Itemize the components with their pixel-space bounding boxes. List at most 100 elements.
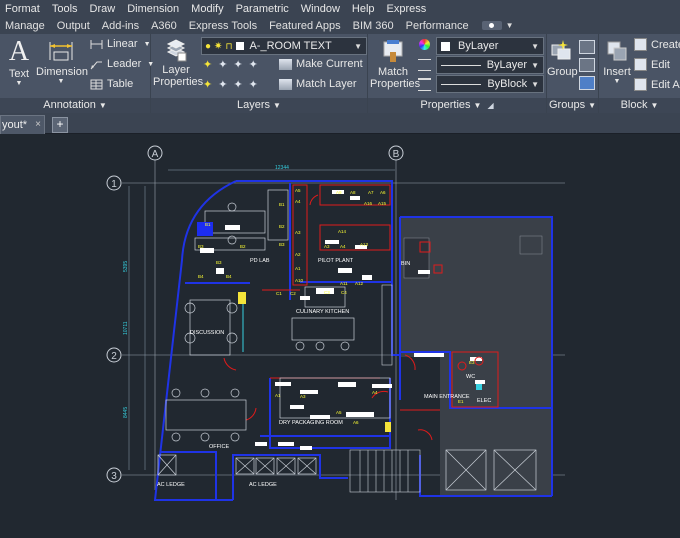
layer-on-icon[interactable]: ✦ <box>233 78 242 91</box>
svg-text:A5: A5 <box>295 188 301 193</box>
color-dropdown[interactable]: ByLayer ▼ <box>436 37 544 55</box>
svg-text:B1: B1 <box>205 222 211 227</box>
svg-text:2: 2 <box>111 351 117 362</box>
svg-text:A3: A3 <box>295 230 301 235</box>
linetype-value: ByLayer <box>486 59 528 71</box>
tab-featured-apps[interactable]: Featured Apps <box>264 20 348 32</box>
menu-express[interactable]: Express <box>382 3 434 15</box>
edit-block-button[interactable]: Edit <box>634 58 670 71</box>
document-tab[interactable]: yout* × <box>0 115 45 134</box>
layer-unlock-icon[interactable]: ✦ <box>249 78 258 91</box>
dimension-label: Dimension <box>36 66 88 78</box>
svg-text:A4: A4 <box>340 244 346 249</box>
menu-format[interactable]: Format <box>0 3 47 15</box>
menu-dimension[interactable]: Dimension <box>122 3 186 15</box>
layer-properties-label-2: Properties <box>153 76 204 88</box>
sun-icon: ✷ <box>214 40 223 52</box>
group-select-icon[interactable] <box>579 76 595 90</box>
leader-button[interactable]: Leader ▼ <box>90 58 154 70</box>
tab-manage[interactable]: Manage <box>0 20 52 32</box>
tab-add-ins[interactable]: Add-ins <box>97 20 146 32</box>
dimension-button[interactable]: Dimension ▼ <box>36 36 88 86</box>
layer-properties-button[interactable]: Layer Properties <box>153 38 204 88</box>
tab-express-tools[interactable]: Express Tools <box>184 20 264 32</box>
table-button[interactable]: Table <box>90 78 133 90</box>
svg-text:A14: A14 <box>338 229 347 234</box>
svg-text:A10: A10 <box>295 278 304 283</box>
menu-parametric[interactable]: Parametric <box>231 3 296 15</box>
match-layer-button[interactable]: Match Layer <box>279 78 357 90</box>
ungroup-icon[interactable] <box>579 40 595 54</box>
lineweight-dropdown[interactable]: ByBlock ▼ <box>436 75 544 93</box>
lock-icon: ⊓ <box>225 40 233 51</box>
layer-tool-icons-row-1: ✦ ✦ ✦ ✦ <box>203 58 264 71</box>
color-wheel-icon <box>419 39 430 50</box>
svg-text:A3: A3 <box>300 394 306 399</box>
close-tab-icon[interactable]: × <box>35 116 41 134</box>
svg-text:B: B <box>393 149 400 160</box>
layer-isolate-icon[interactable]: ✦ <box>203 58 212 71</box>
room-label-ac-ledge-2: AC LEDGE <box>249 482 277 488</box>
block-panel: Insert ▼ Create Edit Edit At Block▼ <box>599 34 680 113</box>
layer-thaw-icon[interactable]: ✦ <box>218 78 227 91</box>
ribbon-dropdown-icon[interactable]: ▼ <box>506 21 514 30</box>
svg-text:B4: B4 <box>226 274 232 279</box>
edit-attributes-button[interactable]: Edit At <box>634 78 680 91</box>
layer-off-icon[interactable]: ✦ <box>233 58 242 71</box>
room-label-culinary-kitchen: CULINARY KITCHEN <box>296 309 349 315</box>
tab-performance[interactable]: Performance <box>401 20 476 32</box>
svg-text:E3: E3 <box>469 360 475 365</box>
dimension-icon <box>49 42 73 61</box>
group-button[interactable]: Group <box>547 38 578 78</box>
text-button[interactable]: A Text ▼ <box>6 36 32 88</box>
svg-text:A8: A8 <box>350 190 356 195</box>
lineweight-value: ByBlock <box>487 78 528 90</box>
properties-panel-title[interactable]: Properties ▼ ◢ <box>368 98 546 113</box>
room-label-bin: BIN <box>401 261 410 267</box>
lightbulb-icon: ● <box>205 40 212 52</box>
match-layer-icon <box>279 78 292 90</box>
create-block-icon <box>634 38 647 51</box>
menu-modify[interactable]: Modify <box>186 3 230 15</box>
block-panel-title[interactable]: Block ▼ <box>599 98 680 113</box>
tab-bim360[interactable]: BIM 360 <box>348 20 401 32</box>
menu-tools[interactable]: Tools <box>47 3 85 15</box>
dim-top: 12344 <box>275 165 289 171</box>
svg-text:A9: A9 <box>336 190 342 195</box>
svg-text:A13: A13 <box>360 242 369 247</box>
edit-attributes-label: Edit At <box>651 78 680 91</box>
make-current-button[interactable]: Make Current <box>279 58 363 70</box>
group-edit-icon[interactable] <box>579 58 595 72</box>
layer-unisolate-icon[interactable]: ✦ <box>203 78 212 91</box>
groups-panel-title[interactable]: Groups ▼ <box>547 98 598 113</box>
group-icon <box>551 40 571 60</box>
new-tab-button[interactable]: + <box>52 117 68 133</box>
make-current-icon <box>279 58 292 70</box>
ribbon-toggle-icon[interactable] <box>481 21 502 30</box>
menu-window[interactable]: Window <box>296 3 347 15</box>
drawing-canvas[interactable]: 12344 5395 10711 8445 A B 1 2 3 PD LAB P… <box>0 134 680 538</box>
room-label-ac-ledge-1: AC LEDGE <box>157 482 185 488</box>
layer-dropdown[interactable]: ● ✷ ⊓ A-_ROOM TEXT ▼ <box>201 37 367 55</box>
layer-lock-icon[interactable]: ✦ <box>249 58 258 71</box>
group-label: Group <box>547 66 578 78</box>
create-block-button[interactable]: Create <box>634 38 680 51</box>
layers-panel-title[interactable]: Layers ▼ <box>151 98 367 113</box>
annotation-panel-title[interactable]: Annotation ▼ <box>0 98 150 113</box>
menu-help[interactable]: Help <box>347 3 382 15</box>
insert-icon <box>607 41 627 61</box>
linetype-icon <box>418 59 431 71</box>
tab-a360[interactable]: A360 <box>146 20 184 32</box>
svg-text:A11: A11 <box>340 281 348 286</box>
linear-button[interactable]: Linear ▼ <box>90 38 151 50</box>
edit-block-icon <box>634 58 647 71</box>
linetype-dropdown[interactable]: ByLayer ▼ <box>436 56 544 74</box>
match-properties-icon <box>383 40 403 62</box>
layer-freeze-icon[interactable]: ✦ <box>218 58 227 71</box>
menu-draw[interactable]: Draw <box>85 3 123 15</box>
insert-button[interactable]: Insert ▼ <box>600 38 634 86</box>
layer-properties-icon <box>166 39 187 62</box>
tab-output[interactable]: Output <box>52 20 97 32</box>
svg-text:A6: A6 <box>353 420 359 425</box>
match-properties-button[interactable]: Match Properties <box>370 38 420 90</box>
